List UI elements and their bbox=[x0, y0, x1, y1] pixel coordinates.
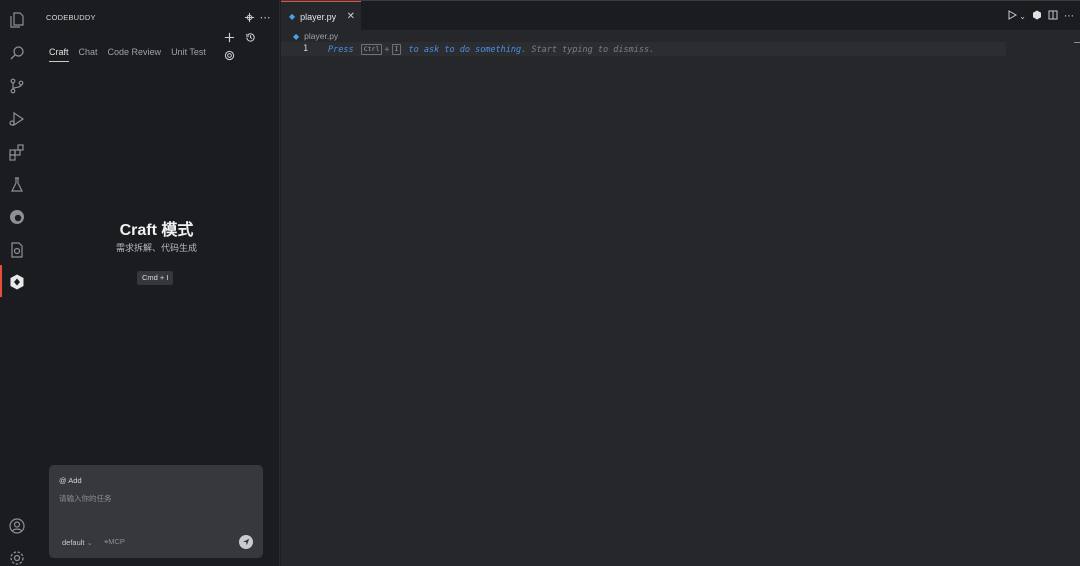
move-icon[interactable] bbox=[242, 10, 256, 24]
tab-code-review[interactable]: Code Review bbox=[108, 47, 162, 62]
editor-tab-label: player.py bbox=[300, 11, 337, 22]
hint-key-i: I bbox=[391, 44, 402, 55]
more-actions-icon[interactable]: ⋯ bbox=[1064, 11, 1074, 22]
model-select[interactable]: default ⌄ bbox=[62, 538, 93, 547]
extensions-icon[interactable] bbox=[6, 141, 27, 162]
chevron-down-icon: ⌄ bbox=[86, 538, 93, 547]
codebuddy-sidebar: CODEBUDDY ⋯ Craft Chat Code Review Unit … bbox=[33, 0, 280, 566]
tab-chat[interactable]: Chat bbox=[79, 47, 98, 62]
tab-craft[interactable]: Craft bbox=[49, 47, 69, 62]
craft-mode-title: Craft 模式 bbox=[119, 222, 194, 239]
target-settings-icon[interactable] bbox=[222, 48, 236, 62]
more-options-icon[interactable]: ⋯ bbox=[258, 10, 272, 24]
history-icon[interactable] bbox=[243, 30, 257, 44]
split-editor-icon[interactable] bbox=[1048, 10, 1058, 23]
sidebar-title: CODEBUDDY bbox=[46, 13, 96, 22]
account-icon[interactable] bbox=[6, 515, 27, 536]
task-composer: @ Add default ⌄ ⌖MCP bbox=[49, 465, 263, 558]
mcp-label: MCP bbox=[108, 537, 125, 546]
source-control-icon[interactable] bbox=[6, 75, 27, 96]
python-file-icon: ◆ bbox=[293, 31, 300, 41]
close-icon[interactable]: ✕ bbox=[347, 11, 355, 22]
activity-bar bbox=[0, 0, 33, 566]
hint-action: to ask to do something. bbox=[408, 44, 527, 55]
codebuddy-action-icon[interactable] bbox=[1032, 10, 1042, 23]
send-icon bbox=[242, 538, 250, 546]
python-file-icon: ◆ bbox=[289, 12, 296, 21]
testing-flask-icon[interactable] bbox=[6, 174, 27, 195]
editor-tabbar: ◆ player.py ✕ ⌄ ⋯ bbox=[281, 0, 1080, 31]
tab-unit-test[interactable]: Unit Test bbox=[171, 47, 206, 62]
mcp-button[interactable]: ⌖MCP bbox=[104, 537, 125, 547]
run-dropdown-chevron-icon[interactable]: ⌄ bbox=[1019, 12, 1026, 21]
run-icon[interactable] bbox=[1007, 10, 1018, 23]
editor-tab-player-py[interactable]: ◆ player.py ✕ bbox=[281, 1, 361, 31]
task-input[interactable] bbox=[59, 494, 249, 503]
hint-dismiss: Start typing to dismiss. bbox=[531, 44, 655, 55]
shortcut-badge: Cmd + I bbox=[137, 271, 174, 285]
breadcrumb-file: player.py bbox=[304, 31, 339, 41]
breadcrumb[interactable]: ◆ player.py bbox=[293, 31, 338, 41]
craft-mode-subtitle: 需求拆解、代码生成 bbox=[115, 243, 197, 253]
hint-plus: + bbox=[384, 44, 390, 55]
active-indicator bbox=[0, 265, 2, 297]
editor-area: ◆ player.py ✕ ⌄ ⋯ ◆ player.py 1 Press Ct… bbox=[281, 0, 1080, 566]
run-debug-icon[interactable] bbox=[6, 108, 27, 129]
add-context-button[interactable]: @ Add bbox=[59, 476, 82, 485]
settings-gear-icon[interactable] bbox=[6, 547, 27, 566]
model-select-label: default bbox=[62, 538, 85, 547]
inline-chat-hint[interactable]: Press Ctrl + I to ask to do something. S… bbox=[328, 44, 654, 55]
hint-press: Press bbox=[328, 44, 354, 55]
remote-explorer-icon[interactable] bbox=[6, 239, 27, 260]
scrollbar[interactable] bbox=[1074, 42, 1080, 43]
line-number: 1 bbox=[303, 44, 309, 54]
search-icon[interactable] bbox=[6, 42, 27, 63]
codebuddy-icon[interactable] bbox=[6, 271, 27, 292]
mode-tabs: Craft Chat Code Review Unit Test bbox=[49, 47, 216, 62]
editor-actions: ⌄ ⋯ bbox=[1007, 10, 1074, 23]
hint-key-ctrl: Ctrl bbox=[360, 44, 383, 55]
send-button[interactable] bbox=[239, 535, 253, 549]
edge-browser-icon[interactable] bbox=[6, 206, 27, 227]
new-chat-plus-icon[interactable] bbox=[222, 30, 236, 44]
explorer-icon[interactable] bbox=[6, 9, 27, 30]
